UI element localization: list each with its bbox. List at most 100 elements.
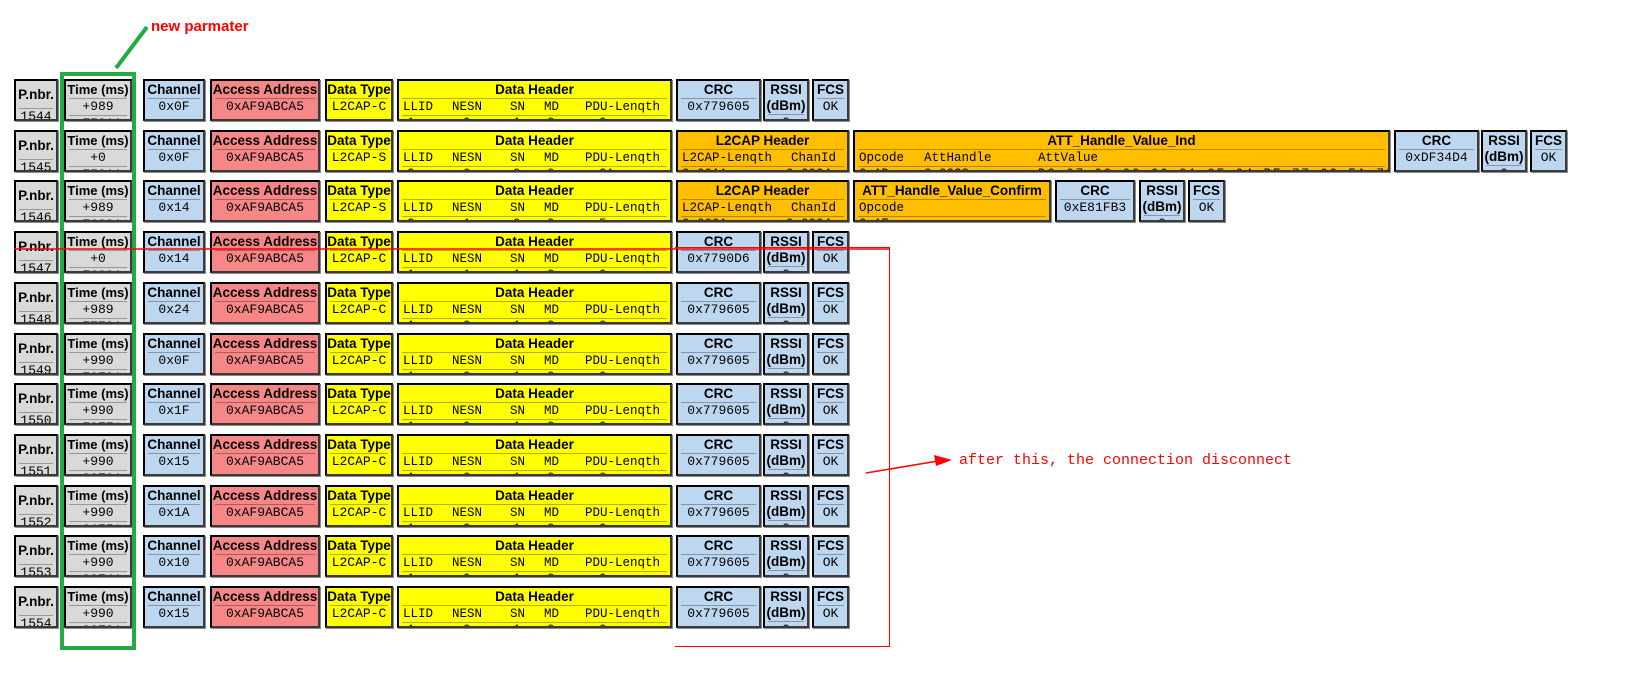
channel-cell[interactable]: Channel 0x0F	[143, 79, 205, 121]
data-header-cell[interactable]: Data Header LLID NESN SN MD PDU-Lenqth 1 0 1 0 0	[397, 282, 672, 324]
rssi-cell[interactable]: RSSI(dBm) 0	[763, 383, 809, 425]
pnbr-cell[interactable]: P.nbr. 1545	[14, 130, 58, 172]
data-header-cell[interactable]: Data Header LLID NESN SN MD PDU-Lenqth 1 0 1 0 0	[397, 485, 672, 527]
access-address-cell[interactable]: Access Address 0xAF9ABCA5	[210, 535, 320, 577]
rssi-cell[interactable]: RSSI(dBm) 0	[763, 282, 809, 324]
time-cell[interactable]: Time (ms) +990 =81751	[64, 485, 132, 527]
data-header-cell[interactable]: Data Header LLID NESN SN MD PDU-Lenqth 1 0 1 0 0	[397, 434, 672, 476]
time-cell[interactable]: Time (ms) +990 =78781	[64, 333, 132, 375]
access-address-cell[interactable]: Access Address 0xAF9ABCA5	[210, 79, 320, 121]
data-header-cell[interactable]: Data Header LLID NESN SN MD PDU-Lenqth 1 0 1 0 0	[397, 333, 672, 375]
access-address-cell[interactable]: Access Address 0xAF9ABCA5	[210, 485, 320, 527]
time-cell[interactable]: Time (ms) +0 =76801	[64, 231, 132, 273]
pnbr-cell[interactable]: P.nbr. 1544	[14, 79, 58, 121]
fcs-cell[interactable]: FCS OK	[812, 586, 849, 628]
crc-cell[interactable]: CRC 0x779605	[676, 383, 761, 425]
access-address-cell[interactable]: Access Address 0xAF9ABCA5	[210, 130, 320, 172]
rssi-cell[interactable]: RSSI(dBm) 0	[763, 79, 809, 121]
crc-cell[interactable]: CRC 0x779605	[676, 434, 761, 476]
pnbr-cell[interactable]: P.nbr. 1550	[14, 383, 58, 425]
rssi-cell[interactable]: RSSI(dBm) 0	[763, 485, 809, 527]
data-type-cell[interactable]: Data Type L2CAP-C	[325, 586, 393, 628]
access-address-cell[interactable]: Access Address 0xAF9ABCA5	[210, 180, 320, 222]
pnbr-cell[interactable]: P.nbr. 1553	[14, 535, 58, 577]
rssi-cell[interactable]: RSSI(dBm) 0	[763, 586, 809, 628]
data-type-cell[interactable]: Data Type L2CAP-C	[325, 333, 393, 375]
channel-cell[interactable]: Channel 0x10	[143, 535, 205, 577]
crc-cell[interactable]: CRC 0x779605	[676, 79, 761, 121]
fcs-cell[interactable]: FCS OK	[812, 383, 849, 425]
time-cell[interactable]: Time (ms) +989 =75811	[64, 79, 132, 121]
rssi-cell[interactable]: RSSI(dBm) 0	[1139, 180, 1185, 222]
data-type-cell[interactable]: Data Type L2CAP-C	[325, 282, 393, 324]
pnbr-cell[interactable]: P.nbr. 1546	[14, 180, 58, 222]
pnbr-cell[interactable]: P.nbr. 1547	[14, 231, 58, 273]
rssi-cell[interactable]: RSSI(dBm) 0	[763, 231, 809, 273]
l2cap-header-cell[interactable]: L2CAP HeaderL2CAP-LenqthChanId0x00010x00…	[676, 180, 849, 222]
data-type-cell[interactable]: Data Type L2CAP-S	[325, 130, 393, 172]
rssi-cell[interactable]: RSSI(dBm) 0	[763, 434, 809, 476]
rssi-cell[interactable]: RSSI(dBm) 0	[1481, 130, 1527, 172]
access-address-cell[interactable]: Access Address 0xAF9ABCA5	[210, 282, 320, 324]
channel-cell[interactable]: Channel 0x1A	[143, 485, 205, 527]
crc-cell[interactable]: CRC 0x779605	[676, 535, 761, 577]
fcs-cell[interactable]: FCS OK	[812, 231, 849, 273]
time-cell[interactable]: Time (ms) +990 =79771	[64, 383, 132, 425]
att-cell[interactable]: ATT_Handle_Value_Ind Opcode AttHandle AttVa…	[853, 130, 1390, 172]
pnbr-cell[interactable]: P.nbr. 1552	[14, 485, 58, 527]
rssi-cell[interactable]: RSSI(dBm) 0	[763, 535, 809, 577]
pnbr-cell[interactable]: P.nbr. 1549	[14, 333, 58, 375]
channel-cell[interactable]: Channel 0x15	[143, 586, 205, 628]
fcs-cell[interactable]: FCS OK	[812, 485, 849, 527]
data-header-cell[interactable]: Data Header LLID NESN SN MD PDU-Lenqth 1 0 1 0 0	[397, 79, 672, 121]
fcs-cell[interactable]: FCS OK	[812, 535, 849, 577]
channel-cell[interactable]: Channel 0x14	[143, 180, 205, 222]
data-type-cell[interactable]: Data Type L2CAP-C	[325, 383, 393, 425]
fcs-cell[interactable]: FCS OK	[1530, 130, 1567, 172]
fcs-cell[interactable]: FCS OK	[812, 434, 849, 476]
access-address-cell[interactable]: Access Address 0xAF9ABCA5	[210, 333, 320, 375]
data-type-cell[interactable]: Data Type L2CAP-C	[325, 79, 393, 121]
data-header-cell[interactable]: Data Header LLID NESN SN MD PDU-Lenqth 1 0 1 0 0	[397, 586, 672, 628]
channel-cell[interactable]: Channel 0x15	[143, 434, 205, 476]
channel-cell[interactable]: Channel 0x0F	[143, 130, 205, 172]
rssi-cell[interactable]: RSSI(dBm) 0	[763, 333, 809, 375]
pnbr-cell[interactable]: P.nbr. 1548	[14, 282, 58, 324]
data-type-cell[interactable]: Data Type L2CAP-C	[325, 535, 393, 577]
crc-cell[interactable]: CRC 0xDF34D4	[1394, 130, 1479, 172]
data-header-cell[interactable]: Data Header LLID NESN SN MD PDU-Lenqth 1 1 1 0 0	[397, 231, 672, 273]
channel-cell[interactable]: Channel 0x24	[143, 282, 205, 324]
fcs-cell[interactable]: FCS OK	[812, 282, 849, 324]
crc-cell[interactable]: CRC 0x779605	[676, 485, 761, 527]
time-cell[interactable]: Time (ms) +989 =76801	[64, 180, 132, 222]
crc-cell[interactable]: CRC 0x779605	[676, 333, 761, 375]
access-address-cell[interactable]: Access Address 0xAF9ABCA5	[210, 383, 320, 425]
fcs-cell[interactable]: FCS OK	[812, 79, 849, 121]
time-cell[interactable]: Time (ms) +990 =82741	[64, 535, 132, 577]
time-cell[interactable]: Time (ms) +989 =77791	[64, 282, 132, 324]
data-header-cell[interactable]: Data Header LLID NESN SN MD PDU-Lenqth 1 0 1 0 0	[397, 535, 672, 577]
crc-cell[interactable]: CRC 0x779605	[676, 282, 761, 324]
data-type-cell[interactable]: Data Type L2CAP-C	[325, 485, 393, 527]
crc-cell[interactable]: CRC 0x7790D6	[676, 231, 761, 273]
data-type-cell[interactable]: Data Type L2CAP-C	[325, 231, 393, 273]
time-cell[interactable]: Time (ms) +990 =80761	[64, 434, 132, 476]
data-header-cell[interactable]: Data Header LLID NESN SN MD PDU-Lenqth 2 0 0 0 21	[397, 130, 672, 172]
time-cell[interactable]: Time (ms) +990 =83731	[64, 586, 132, 628]
att-cell[interactable]: ATT_Handle_Value_Confirm Opcode 0x1E	[853, 180, 1051, 222]
pnbr-cell[interactable]: P.nbr. 1551	[14, 434, 58, 476]
data-type-cell[interactable]: Data Type L2CAP-C	[325, 434, 393, 476]
data-header-cell[interactable]: Data Header LLID NESN SN MD PDU-Lenqth 1 0 1 0 0	[397, 383, 672, 425]
l2cap-header-cell[interactable]: L2CAP HeaderL2CAP-LenqthChanId0x00110x00…	[676, 130, 849, 172]
data-type-cell[interactable]: Data Type L2CAP-S	[325, 180, 393, 222]
crc-cell[interactable]: CRC 0x779605	[676, 586, 761, 628]
channel-cell[interactable]: Channel 0x0F	[143, 333, 205, 375]
channel-cell[interactable]: Channel 0x14	[143, 231, 205, 273]
data-header-cell[interactable]: Data Header LLID NESN SN MD PDU-Lenqth 2 1 0 0 5	[397, 180, 672, 222]
crc-cell[interactable]: CRC 0xE81FB3	[1055, 180, 1135, 222]
fcs-cell[interactable]: FCS OK	[1188, 180, 1225, 222]
channel-cell[interactable]: Channel 0x1F	[143, 383, 205, 425]
fcs-cell[interactable]: FCS OK	[812, 333, 849, 375]
access-address-cell[interactable]: Access Address 0xAF9ABCA5	[210, 586, 320, 628]
pnbr-cell[interactable]: P.nbr. 1554	[14, 586, 58, 628]
